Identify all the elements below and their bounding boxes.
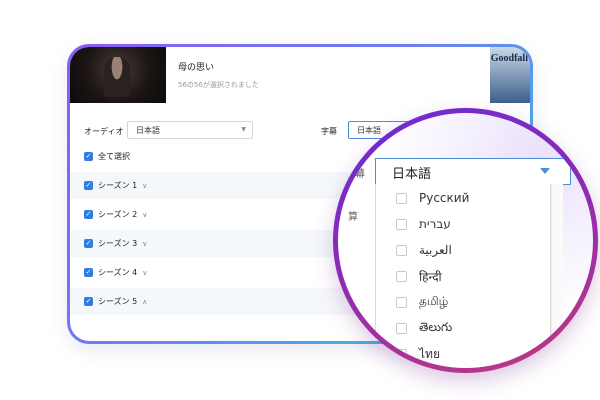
magnifier-content: 幕 日本語 算 Русский עברית العربية हिन्दी தமி… xyxy=(338,113,593,368)
option-checkbox[interactable] xyxy=(396,296,407,308)
language-option[interactable]: தமிழ் xyxy=(376,292,448,312)
language-option-list: Русский עברית العربية हिन्दी தமிழ் తెలుగ… xyxy=(375,184,551,368)
season-checkbox[interactable]: ✓ xyxy=(84,268,93,277)
season-label: シーズン 5 xyxy=(98,297,138,306)
chevron-down-icon[interactable]: ∨ xyxy=(142,240,147,248)
season-row[interactable]: ✓ シーズン 2 ∨ xyxy=(70,201,370,228)
language-option[interactable]: العربية xyxy=(376,240,452,260)
magnifier-lens: 幕 日本語 算 Русский עברית العربية हिन्दी தமி… xyxy=(333,108,598,373)
episode-thumbnail xyxy=(70,47,166,103)
option-checkbox[interactable] xyxy=(396,192,407,204)
chevron-down-icon[interactable]: ∨ xyxy=(142,269,147,277)
season-label: シーズン 1 xyxy=(98,181,138,190)
select-all-row[interactable]: ✓ 全て選択 xyxy=(70,143,370,170)
season-checkbox[interactable]: ✓ xyxy=(84,297,93,306)
season-checkbox[interactable]: ✓ xyxy=(84,210,93,219)
option-list-scrollbar[interactable] xyxy=(551,184,563,368)
option-label: ไทย xyxy=(419,346,440,361)
language-option[interactable]: Русский xyxy=(376,188,469,208)
media-title: 母の思い xyxy=(178,63,215,73)
option-label: తెలుగు xyxy=(419,319,453,334)
option-checkbox[interactable] xyxy=(396,218,407,230)
audio-select-value: 日本語 xyxy=(136,126,160,135)
poster-logo-text: Goodfall xyxy=(490,53,528,64)
season-row[interactable]: ✓ シーズン 4 ∨ xyxy=(70,259,370,286)
selection-status: 56の56が選択されました xyxy=(178,81,259,89)
season-row[interactable]: ✓ シーズン 1 ∨ xyxy=(70,172,370,199)
season-row[interactable]: ✓ シーズン 3 ∨ xyxy=(70,230,370,257)
subtitle-language-select[interactable]: 日本語 xyxy=(375,158,571,185)
season-label: シーズン 2 xyxy=(98,210,138,219)
audio-label: オーディオ xyxy=(84,127,124,136)
option-label: עברית xyxy=(419,217,451,231)
season-label: シーズン 3 xyxy=(98,239,138,248)
season-checkbox[interactable]: ✓ xyxy=(84,181,93,190)
subtitle-label: 字幕 xyxy=(321,127,337,136)
chevron-up-icon[interactable]: ∧ xyxy=(142,298,147,306)
season-checkbox[interactable]: ✓ xyxy=(84,239,93,248)
select-all-label: 全て選択 xyxy=(98,152,130,161)
chevron-down-icon[interactable]: ∨ xyxy=(142,211,147,219)
selected-language: 日本語 xyxy=(392,167,432,182)
option-label: தமிழ் xyxy=(419,294,449,308)
chevron-down-icon[interactable]: ∨ xyxy=(142,182,147,190)
thumbnail-figure xyxy=(104,57,130,97)
select-all-checkbox[interactable]: ✓ xyxy=(84,152,93,161)
option-checkbox[interactable] xyxy=(396,244,407,256)
caret-down-icon xyxy=(540,168,550,174)
subtitle-label-fragment: 幕 xyxy=(355,169,365,180)
language-option[interactable]: हिन्दी xyxy=(376,266,442,286)
subtitle-select-value: 日本語 xyxy=(357,126,381,135)
language-option[interactable]: తెలుగు xyxy=(376,318,452,338)
option-label: العربية xyxy=(419,243,452,257)
option-checkbox[interactable] xyxy=(396,348,407,360)
language-option[interactable]: עברית xyxy=(376,214,451,234)
season-label: シーズン 4 xyxy=(98,268,138,277)
caret-down-icon: ▼ xyxy=(241,126,246,133)
language-option[interactable]: ไทย xyxy=(376,344,440,364)
partial-label: 算 xyxy=(348,212,358,223)
option-checkbox[interactable] xyxy=(396,270,407,282)
option-label: हिन्दी xyxy=(419,269,442,284)
season-row[interactable]: ✓ シーズン 5 ∧ xyxy=(70,288,370,315)
poster-image: Goodfall xyxy=(490,47,530,103)
option-label: Русский xyxy=(419,191,470,205)
option-checkbox[interactable] xyxy=(396,322,407,334)
audio-select[interactable]: 日本語 ▼ xyxy=(127,121,253,139)
